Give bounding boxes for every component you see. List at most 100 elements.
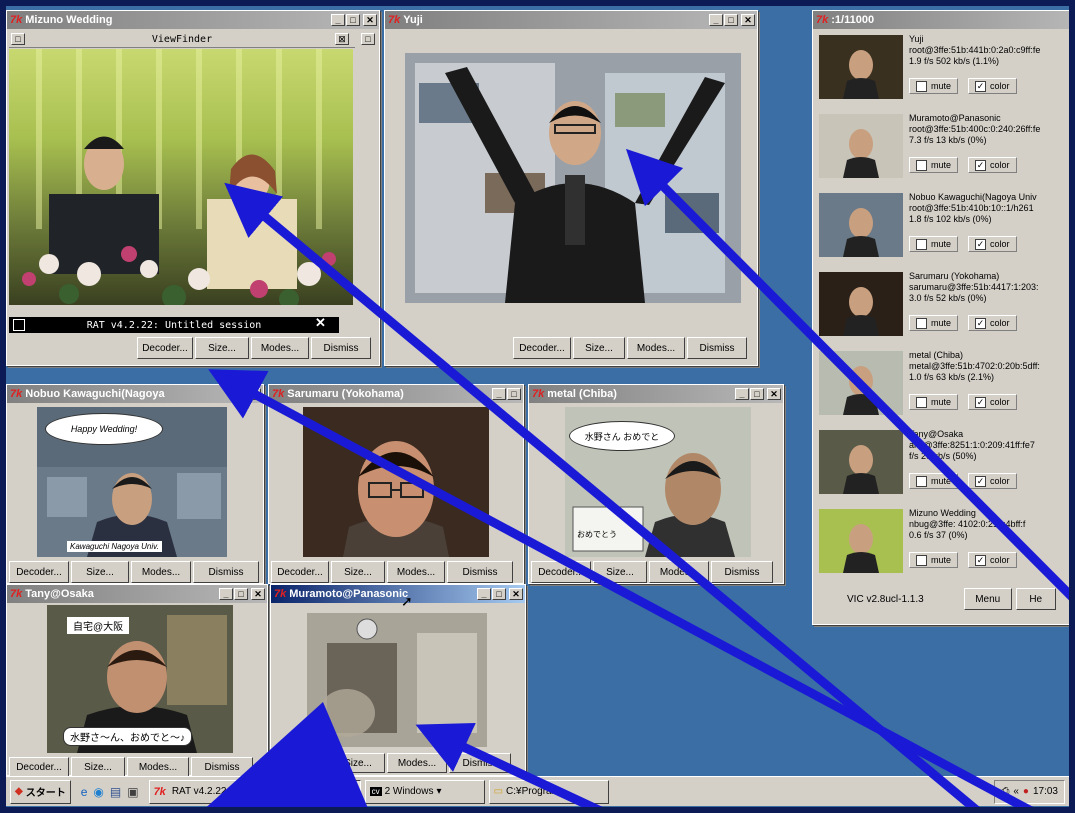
window-tany[interactable]: 7k Tany@Osaka _ □ ✕ 自宅@大阪 水野さ〜ん、おめでと〜♪ D… [6,584,268,777]
close-icon[interactable]: ✕ [767,388,781,400]
source-thumbnail[interactable] [819,114,903,178]
vic-source-entry[interactable]: Nobuo Kawaguchi(Nagoya Univ root@3ffe:51b… [817,191,1075,263]
color-checkbox[interactable]: ✓ color [968,315,1017,331]
modes-button[interactable]: Modes... [387,753,447,773]
source-thumbnail[interactable] [819,35,903,99]
size-button[interactable]: Size... [331,753,385,773]
color-checkbox[interactable]: ✓ color [968,236,1017,252]
window-sarumaru[interactable]: 7k Sarumaru (Yokohama) _ □ Decoder... Si… [268,384,524,584]
decoder-button[interactable]: Decoder... [9,561,69,583]
source-thumbnail[interactable] [819,430,903,494]
dismiss-button[interactable]: Dismiss [711,561,773,583]
decoder-button[interactable]: Decoder... [271,561,329,583]
titlebar[interactable]: 7k Yuji _ □ ✕ [385,11,757,29]
mute-checkbox[interactable]: mute [909,157,959,173]
start-button[interactable]: ◆ スタート [10,779,71,804]
size-button[interactable]: Size... [573,337,625,359]
size-button[interactable]: Size... [71,757,125,777]
modes-button[interactable]: Modes... [127,757,189,777]
viewfinder-menu-icon[interactable]: □ [11,33,25,45]
outlook-icon[interactable]: ◉ [93,785,103,799]
media-icon[interactable]: ▣ [127,785,138,799]
titlebar[interactable]: 7k Nobuo Kawaguchi(Nagoya _ □ [7,385,263,403]
close-icon[interactable]: ✕ [741,14,755,26]
rat-menu-icon[interactable] [13,319,25,331]
desktop-icon[interactable]: ▤ [110,785,121,799]
taskbar-item-rat[interactable]: 7k RAT v4.2.22: [148,779,251,804]
size-button[interactable]: Size... [331,561,385,583]
modes-button[interactable]: Modes... [627,337,685,359]
window-metal[interactable]: 7k metal (Chiba) _ □ ✕ 水野さん おめでと おめでとう D… [528,384,784,584]
vic-source-entry[interactable]: Sarumaru (Yokohama) sarumaru@3ffe:51b:441… [817,270,1075,342]
vic-source-entry[interactable]: Tany@Osaka any@3ffe:8251:1:0:209:41ff:fe7… [817,428,1075,500]
source-thumbnail[interactable] [819,509,903,573]
titlebar[interactable]: 7k metal (Chiba) _ □ ✕ [529,385,783,403]
window-mizuno-wedding[interactable]: 7k Mizuno Wedding _ □ ✕ ViewFinder □ ⊠ □ [6,10,380,366]
modes-button[interactable]: Modes... [131,561,191,583]
maximize-icon[interactable]: □ [234,588,248,600]
size-button[interactable]: Size... [593,561,647,583]
minimize-icon[interactable]: _ [331,14,345,26]
menu-button[interactable]: Menu [963,588,1012,610]
color-checkbox[interactable]: ✓ color [968,157,1017,173]
vic-source-entry[interactable]: Yuji root@3ffe:51b:441b:0:2a0:c9ff:fe 1.9 … [817,33,1075,105]
dismiss-button[interactable]: Dismiss [447,561,513,583]
maximize-icon[interactable]: □ [247,388,261,400]
window-muramoto[interactable]: 7k Muramoto@Panasonic _ □ ✕ ➚ Size... Mo… [270,584,526,776]
help-button[interactable]: He [1015,588,1056,610]
viewfinder-close-icon[interactable]: ⊠ [335,33,349,45]
rat-close-icon[interactable]: ✕ [315,315,326,331]
tray-expand-icon[interactable]: « [1013,786,1019,797]
taskbar-item-camtasia[interactable]: ● Camtasia [254,779,361,804]
titlebar[interactable]: 7k Tany@Osaka _ □ ✕ [7,585,267,603]
dismiss-button[interactable]: Dismiss [449,753,511,773]
mute-checkbox[interactable]: mute [909,236,959,252]
titlebar[interactable]: 7k Muramoto@Panasonic _ □ ✕ [271,585,525,603]
close-icon[interactable]: ✕ [251,588,265,600]
vic-source-entry[interactable]: Mizuno Wedding nbug@3ffe: 4102:0:210:4bff… [817,507,1075,579]
decoder-button[interactable]: Decoder... [137,337,193,359]
titlebar[interactable]: 7k :1/11000 [813,11,1075,29]
close-icon[interactable]: ✕ [509,588,523,600]
decoder-button[interactable]: Decoder... [531,561,591,583]
maximize-icon[interactable]: □ [750,388,764,400]
window-nobuo[interactable]: 7k Nobuo Kawaguchi(Nagoya _ □ Happy Wedd… [6,384,264,584]
minimize-icon[interactable]: _ [735,388,749,400]
source-thumbnail[interactable] [819,351,903,415]
dismiss-button[interactable]: Dismiss [191,757,253,777]
source-thumbnail[interactable] [819,193,903,257]
window-vic-session[interactable]: 7k :1/11000 Yuji root@3ffe:51b:441b:0:2a0… [812,10,1075,625]
minimize-icon[interactable]: _ [232,388,246,400]
modes-button[interactable]: Modes... [251,337,309,359]
mute-checkbox[interactable]: mute [909,473,959,489]
decoder-button[interactable]: Decoder... [9,757,69,777]
mute-checkbox[interactable]: mute [909,78,959,94]
titlebar[interactable]: 7k Mizuno Wedding _ □ ✕ [7,11,379,29]
vic-source-entry[interactable]: metal (Chiba) metal@3ffe:51b:4702:0:20b:5… [817,349,1075,421]
mute-checkbox[interactable]: mute [909,394,959,410]
size-button[interactable]: Size... [71,561,129,583]
taskbar-item-windows-group[interactable]: cv 2 Windows ▾ [364,779,485,804]
modes-button[interactable]: Modes... [387,561,445,583]
tray-app-icon[interactable]: ● [1023,786,1029,797]
color-checkbox[interactable]: ✓ color [968,78,1017,94]
mute-checkbox[interactable]: mute [909,552,959,568]
size-button[interactable]: Size... [195,337,249,359]
printer-icon[interactable]: ⎙ [1001,786,1009,797]
side-menu-icon[interactable]: □ [361,33,375,45]
source-thumbnail[interactable] [819,272,903,336]
rat-session-bar[interactable]: RAT v4.2.22: Untitled session [9,317,339,333]
dismiss-button[interactable]: Dismiss [193,561,259,583]
modes-button[interactable]: Modes... [649,561,709,583]
minimize-icon[interactable]: _ [219,588,233,600]
minimize-icon[interactable]: _ [709,14,723,26]
decoder-button[interactable]: Decoder... [513,337,571,359]
color-checkbox[interactable]: ✓ color [968,394,1017,410]
taskbar-item-explorer[interactable]: ▭ C:¥Program ... [488,779,609,804]
dismiss-button[interactable]: Dismiss [311,337,371,359]
maximize-icon[interactable]: □ [346,14,360,26]
titlebar[interactable]: 7k Sarumaru (Yokohama) _ □ [269,385,523,403]
color-checkbox[interactable]: ✓ color [968,552,1017,568]
maximize-icon[interactable]: □ [492,588,506,600]
dismiss-button[interactable]: Dismiss [687,337,747,359]
